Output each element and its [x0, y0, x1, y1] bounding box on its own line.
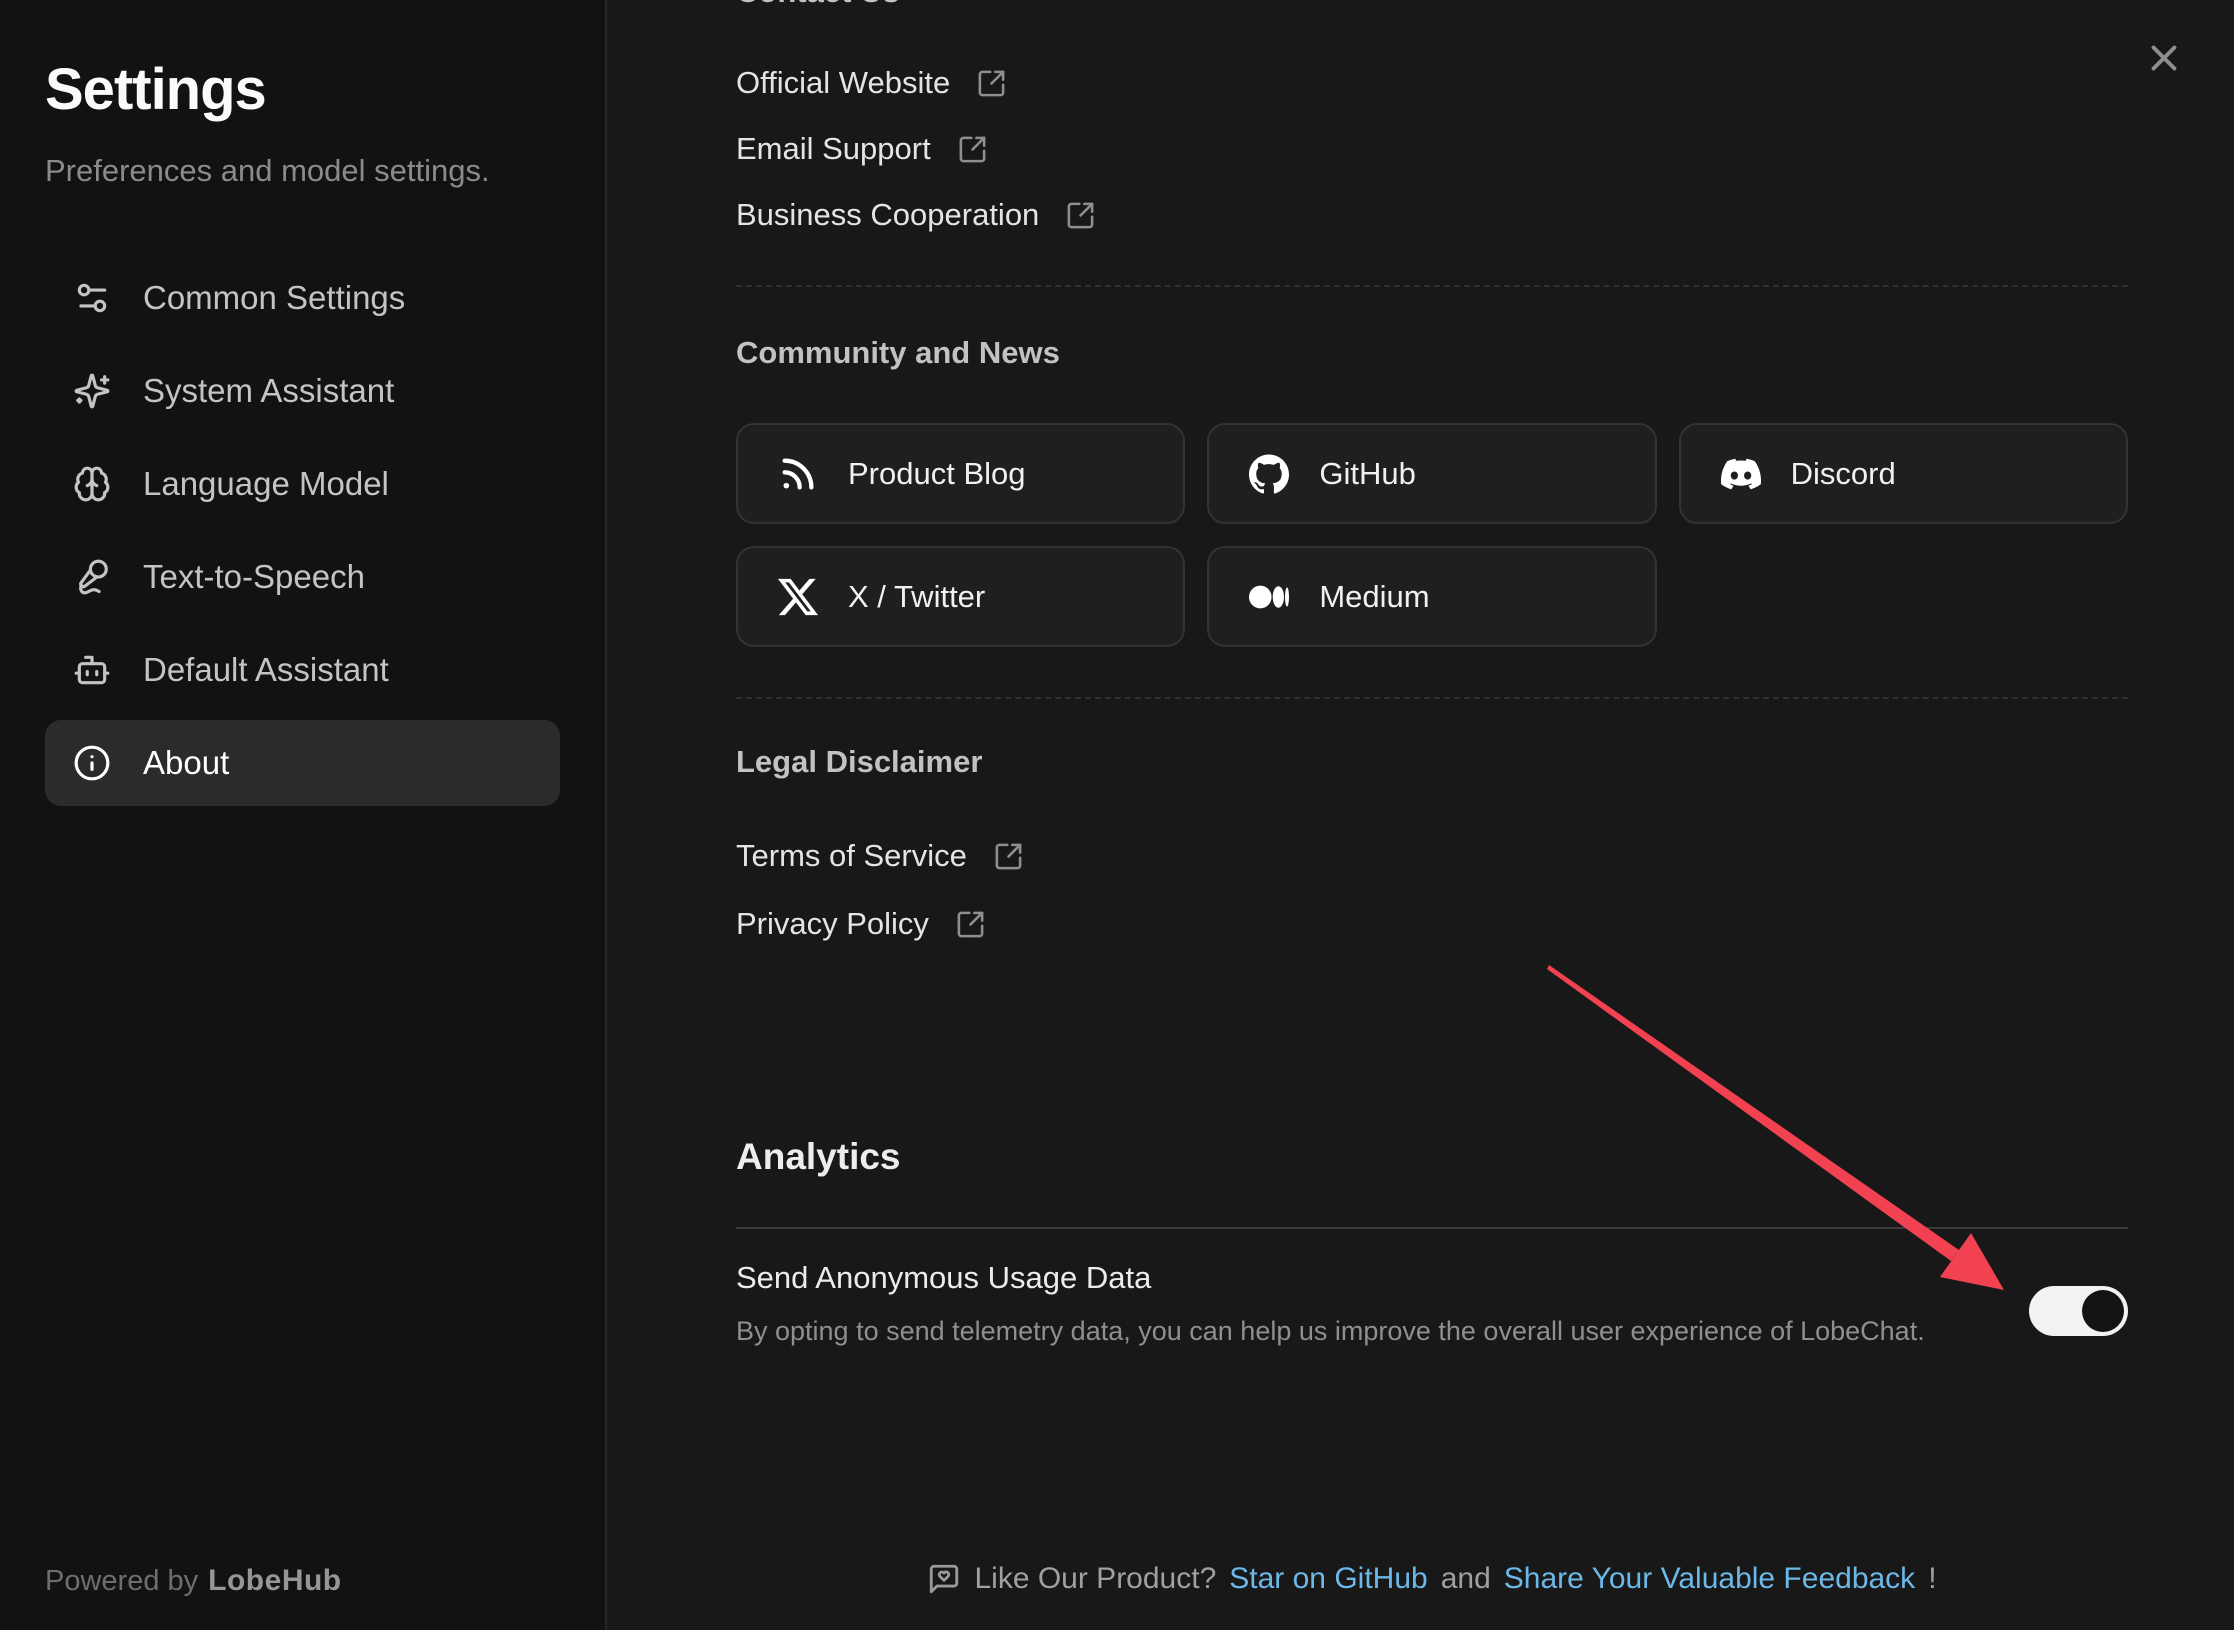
sidebar-item-label: System Assistant	[143, 372, 394, 410]
discord-button[interactable]: Discord	[1679, 423, 2128, 524]
brain-icon	[73, 465, 111, 503]
telemetry-toggle[interactable]	[2029, 1286, 2128, 1336]
business-cooperation-link[interactable]: Business Cooperation	[736, 196, 2128, 234]
settings-sidebar: Settings Preferences and model settings.…	[0, 0, 607, 1630]
github-icon	[1249, 454, 1289, 494]
star-on-github-link[interactable]: Star on GitHub	[1229, 1562, 1427, 1596]
info-icon	[73, 744, 111, 782]
link-label: Email Support	[736, 131, 931, 167]
contact-links: Official Website Email Support Business …	[736, 0, 2128, 234]
x-twitter-icon	[778, 577, 818, 617]
sparkles-icon	[73, 372, 111, 410]
external-link-icon	[993, 841, 1024, 872]
sidebar-item-label: Text-to-Speech	[143, 558, 365, 596]
section-divider	[736, 285, 2128, 287]
privacy-policy-link[interactable]: Privacy Policy	[736, 905, 2128, 943]
product-blog-button[interactable]: Product Blog	[736, 423, 1185, 524]
button-label: Product Blog	[848, 456, 1026, 492]
sidebar-item-label: Language Model	[143, 465, 389, 503]
link-label: Terms of Service	[736, 838, 967, 874]
sidebar-item-label: About	[143, 744, 229, 782]
sidebar-item-default-assistant[interactable]: Default Assistant	[45, 627, 560, 713]
external-link-icon	[955, 909, 986, 940]
page-title: Settings	[45, 56, 560, 123]
medium-icon	[1249, 577, 1289, 617]
sidebar-item-system-assistant[interactable]: System Assistant	[45, 348, 560, 434]
official-website-link[interactable]: Official Website	[736, 64, 2128, 102]
sidebar-item-label: Common Settings	[143, 279, 405, 317]
page-subtitle: Preferences and model settings.	[45, 153, 560, 189]
community-buttons: Product Blog GitHub Discord X / Twitter …	[736, 423, 2128, 647]
toggle-knob	[2082, 1290, 2124, 1332]
settings-nav: Common Settings System Assistant Languag…	[45, 255, 560, 806]
x-twitter-button[interactable]: X / Twitter	[736, 546, 1185, 647]
button-label: GitHub	[1319, 456, 1415, 492]
medium-button[interactable]: Medium	[1207, 546, 1656, 647]
about-panel: Contact Us Official Website Email Suppor…	[609, 0, 2234, 1630]
sliders-icon	[73, 279, 111, 317]
powered-by-text: Powered by	[45, 1565, 198, 1597]
message-heart-icon	[927, 1562, 961, 1596]
section-divider	[736, 697, 2128, 699]
section-divider	[736, 1227, 2128, 1229]
link-label: Privacy Policy	[736, 906, 929, 942]
discord-icon	[1721, 454, 1761, 494]
button-label: Medium	[1319, 579, 1429, 615]
panel-footer: Like Our Product? Star on GitHub and Sha…	[736, 1562, 2128, 1596]
telemetry-setting-label: Send Anonymous Usage Data	[736, 1259, 1925, 1297]
sidebar-item-label: Default Assistant	[143, 651, 389, 689]
link-label: Business Cooperation	[736, 197, 1039, 233]
analytics-heading: Analytics	[736, 1133, 2128, 1181]
footer-text: Like Our Product?	[974, 1562, 1216, 1596]
sidebar-item-language-model[interactable]: Language Model	[45, 441, 560, 527]
lobehub-brand: LobeHub	[208, 1564, 341, 1597]
github-button[interactable]: GitHub	[1207, 423, 1656, 524]
legal-heading: Legal Disclaimer	[736, 742, 2128, 782]
sidebar-item-about[interactable]: About	[45, 720, 560, 806]
button-label: Discord	[1791, 456, 1896, 492]
footer-text: and	[1441, 1562, 1491, 1596]
close-button[interactable]	[2136, 30, 2192, 86]
close-icon	[2143, 37, 2185, 79]
email-support-link[interactable]: Email Support	[736, 130, 2128, 168]
link-label: Official Website	[736, 65, 950, 101]
terms-of-service-link[interactable]: Terms of Service	[736, 837, 2128, 875]
button-label: X / Twitter	[848, 579, 985, 615]
rss-icon	[778, 454, 818, 494]
share-feedback-link[interactable]: Share Your Valuable Feedback	[1504, 1562, 1915, 1596]
sidebar-item-common-settings[interactable]: Common Settings	[45, 255, 560, 341]
telemetry-setting-row: Send Anonymous Usage Data By opting to s…	[736, 1259, 2128, 1347]
legal-links: Terms of Service Privacy Policy	[736, 782, 2128, 943]
external-link-icon	[1065, 200, 1096, 231]
settings-window: Settings Preferences and model settings.…	[0, 0, 2234, 1630]
community-heading: Community and News	[736, 333, 2128, 373]
powered-by: Powered by LobeHub	[45, 1564, 342, 1598]
telemetry-setting-description: By opting to send telemetry data, you ca…	[736, 1315, 1925, 1347]
telemetry-setting-text: Send Anonymous Usage Data By opting to s…	[736, 1259, 1925, 1347]
footer-text: !	[1928, 1562, 1936, 1596]
external-link-icon	[976, 68, 1007, 99]
contact-us-heading: Contact Us	[736, 0, 900, 12]
sidebar-item-text-to-speech[interactable]: Text-to-Speech	[45, 534, 560, 620]
bot-icon	[73, 651, 111, 689]
external-link-icon	[957, 134, 988, 165]
mic-icon	[73, 558, 111, 596]
